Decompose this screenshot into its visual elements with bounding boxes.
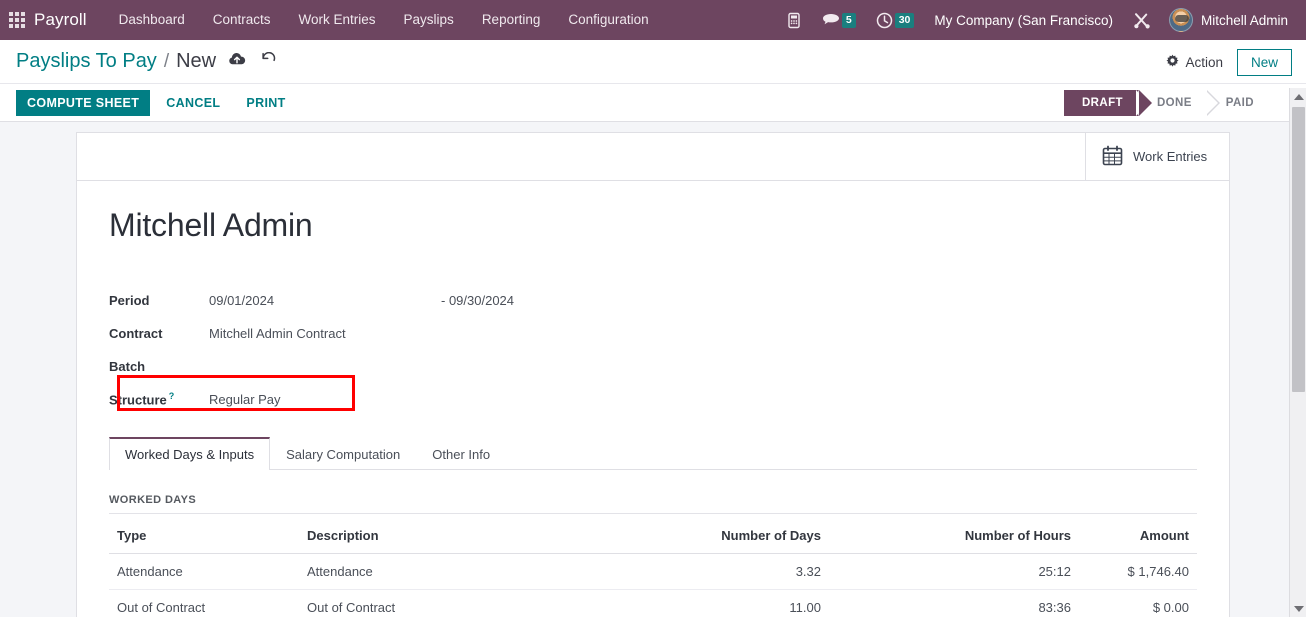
status-bar: DRAFT DONE PAID — [1063, 90, 1270, 116]
apps-grid-icon[interactable] — [0, 12, 34, 28]
column-header-amount: Amount — [1079, 514, 1197, 554]
structure-help-icon[interactable]: ? — [169, 391, 175, 401]
messages-button[interactable]: 5 — [812, 0, 866, 40]
cell-description[interactable]: Attendance — [299, 553, 629, 590]
worked-days-section-title: WORKED DAYS — [109, 494, 1197, 514]
page-title: Mitchell Admin — [109, 207, 313, 243]
scroll-down-arrow[interactable] — [1290, 600, 1306, 617]
batch-label: Batch — [109, 359, 146, 374]
print-button[interactable]: PRINT — [236, 90, 295, 116]
app-brand[interactable]: Payroll — [34, 10, 105, 30]
user-avatar — [1168, 8, 1193, 32]
menu-item-dashboard[interactable]: Dashboard — [105, 0, 199, 40]
cell-hours[interactable]: 83:36 — [829, 589, 1079, 617]
table-row[interactable]: Out of Contract Out of Contract 11.00 83… — [109, 589, 1197, 617]
contract-label: Contract — [109, 326, 163, 341]
cell-type[interactable]: Attendance — [109, 553, 299, 590]
calendar-icon — [1102, 145, 1123, 169]
action-button[interactable]: Action — [1166, 54, 1223, 70]
record-save-discard — [228, 51, 277, 72]
column-header-number-of-hours: Number of Hours — [829, 514, 1079, 554]
menu-item-configuration[interactable]: Configuration — [554, 0, 662, 40]
new-button[interactable]: New — [1236, 48, 1292, 76]
phone-icon[interactable] — [776, 0, 812, 40]
cloud-upload-icon[interactable] — [228, 52, 246, 71]
field-row-contract: Contract Mitchell Admin Contract — [109, 317, 1197, 350]
company-switcher[interactable]: My Company (San Francisco) — [924, 13, 1123, 28]
breadcrumb-current: New — [176, 50, 217, 72]
scroll-up-arrow[interactable] — [1290, 88, 1306, 105]
cell-amount[interactable]: $ 1,746.40 — [1079, 553, 1197, 590]
messages-count-badge: 5 — [841, 12, 856, 28]
activities-count-badge: 30 — [894, 12, 915, 28]
top-navbar: Payroll Dashboard Contracts Work Entries… — [0, 0, 1306, 40]
field-row-period: Period 09/01/2024 - 09/30/2024 — [109, 284, 1197, 317]
tab-panel-worked-days: WORKED DAYS Type Description Number of D… — [109, 470, 1197, 617]
undo-icon[interactable] — [260, 51, 277, 72]
user-menu[interactable]: Mitchell Admin — [1163, 8, 1298, 32]
vertical-scrollbar[interactable] — [1289, 88, 1306, 617]
menu-item-work-entries[interactable]: Work Entries — [285, 0, 390, 40]
cell-hours[interactable]: 25:12 — [829, 553, 1079, 590]
smart-button-label: Work Entries — [1133, 149, 1208, 164]
structure-label: Structure? — [109, 391, 191, 407]
smart-button-box: Work Entries — [77, 133, 1229, 181]
menu-item-contracts[interactable]: Contracts — [199, 0, 285, 40]
activities-button[interactable]: 30 — [866, 0, 925, 40]
cell-type[interactable]: Out of Contract — [109, 589, 299, 617]
worked-days-table: Type Description Number of Days Number o… — [109, 514, 1197, 617]
breadcrumb: Payslips To Pay / New — [16, 50, 216, 73]
status-stage-paid[interactable]: PAID — [1204, 90, 1270, 116]
breadcrumb-parent[interactable]: Payslips To Pay — [16, 50, 157, 73]
period-label: Period — [109, 293, 150, 308]
cell-days[interactable]: 3.32 — [629, 553, 829, 590]
notebook: Worked Days & Inputs Salary Computation … — [109, 436, 1197, 617]
record-action-bar: COMPUTE SHEET CANCEL PRINT DRAFT DONE PA… — [0, 84, 1306, 122]
table-row[interactable]: Attendance Attendance 3.32 25:12 $ 1,746… — [109, 553, 1197, 590]
column-header-type: Type — [109, 514, 299, 554]
control-panel-actions: Action New — [1166, 40, 1292, 84]
tab-salary-computation[interactable]: Salary Computation — [270, 437, 416, 470]
cell-amount[interactable]: $ 0.00 — [1079, 589, 1197, 617]
cell-days[interactable]: 11.00 — [629, 589, 829, 617]
form-fields: Period 09/01/2024 - 09/30/2024 Contract … — [109, 284, 1197, 416]
status-stage-draft[interactable]: DRAFT — [1063, 90, 1152, 116]
column-header-description: Description — [299, 514, 629, 554]
user-name-label: Mitchell Admin — [1200, 12, 1288, 28]
notebook-tabs: Worked Days & Inputs Salary Computation … — [109, 436, 1197, 470]
record-sheet: Work Entries Mitchell Admin Period 09/01… — [76, 132, 1230, 617]
column-header-number-of-days: Number of Days — [629, 514, 829, 554]
field-row-batch: Batch — [109, 350, 1197, 383]
gear-icon — [1166, 54, 1179, 70]
tab-other-info[interactable]: Other Info — [416, 437, 506, 470]
cancel-button[interactable]: CANCEL — [156, 90, 230, 116]
contract-value[interactable]: Mitchell Admin Contract — [191, 326, 346, 341]
control-panel-breadcrumb: Payslips To Pay / New Action New — [0, 40, 1306, 84]
table-header-row: Type Description Number of Days Number o… — [109, 514, 1197, 554]
sheet-body: Mitchell Admin Period 09/01/2024 - 09/30… — [77, 181, 1229, 617]
action-button-label: Action — [1185, 54, 1223, 70]
batch-value[interactable] — [191, 359, 209, 374]
tools-icon[interactable] — [1123, 0, 1163, 40]
scrollbar-thumb[interactable] — [1292, 107, 1305, 392]
menu-item-payslips[interactable]: Payslips — [390, 0, 468, 40]
period-from-value[interactable]: 09/01/2024 — [191, 293, 441, 308]
breadcrumb-separator: / — [163, 51, 170, 72]
structure-value[interactable]: Regular Pay — [191, 392, 281, 407]
smart-button-work-entries[interactable]: Work Entries — [1085, 133, 1229, 180]
main-menu: Dashboard Contracts Work Entries Payslip… — [105, 0, 663, 40]
tab-worked-days-and-inputs[interactable]: Worked Days & Inputs — [109, 437, 271, 470]
structure-label-text: Structure — [109, 392, 167, 408]
form-view-container: Work Entries Mitchell Admin Period 09/01… — [0, 122, 1306, 617]
period-to-value[interactable]: - 09/30/2024 — [441, 293, 514, 308]
compute-sheet-button[interactable]: COMPUTE SHEET — [16, 89, 151, 116]
navbar-right-tools: 5 30 My Company (San Francisco) Mitchell… — [776, 0, 1306, 40]
field-row-structure: Structure? Regular Pay — [109, 383, 1197, 416]
menu-item-reporting[interactable]: Reporting — [468, 0, 555, 40]
cell-description[interactable]: Out of Contract — [299, 589, 629, 617]
